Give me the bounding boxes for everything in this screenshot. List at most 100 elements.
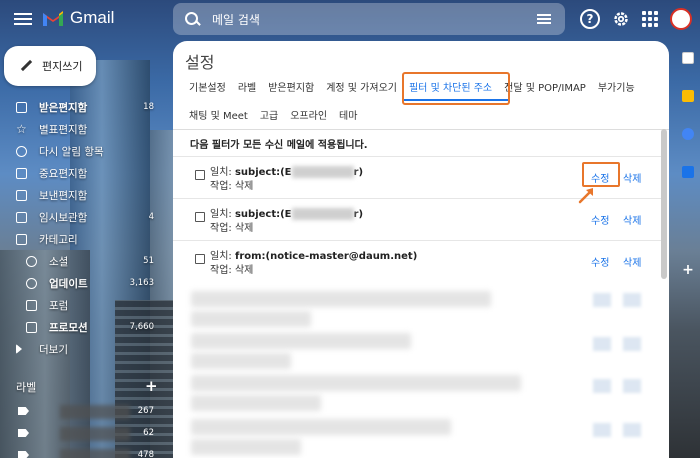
- scrollbar[interactable]: [661, 129, 667, 279]
- match-value: from:(notice-master@daum.net): [234, 251, 418, 262]
- forum-icon: [26, 299, 37, 311]
- tag-icon: [26, 321, 37, 333]
- redacted-label: [60, 427, 130, 441]
- top-right-actions: ?: [580, 8, 692, 30]
- side-panel: +: [676, 42, 700, 458]
- sidebar-item-categories[interactable]: 카테고리: [0, 228, 160, 250]
- draft-count: 4: [148, 212, 154, 222]
- divider: [173, 129, 669, 130]
- sidebar-item-forums[interactable]: 포럼: [0, 294, 160, 316]
- sidebar-item-label: 더보기: [39, 343, 68, 356]
- people-icon: [26, 255, 37, 267]
- redacted-delete-link: [623, 423, 641, 437]
- filter-criteria: 일치: subject:(E r): [210, 205, 363, 220]
- annotation-arrow-icon: [578, 188, 593, 204]
- filters-intro-text: 다음 필터가 모든 수신 메일에 적용됩니다.: [190, 140, 368, 151]
- redacted-edit-link: [593, 337, 611, 351]
- filter-action: 작업: 삭제: [210, 223, 254, 234]
- filter-action: 작업: 삭제: [210, 265, 254, 276]
- sidebar-item-label: 중요편지함: [39, 167, 88, 180]
- contacts-icon[interactable]: [682, 166, 694, 178]
- google-apps-icon[interactable]: [642, 11, 658, 27]
- category-count: 3,163: [129, 278, 154, 288]
- search-icon[interactable]: [185, 11, 200, 27]
- sidebar-item-drafts[interactable]: 임시보관함 4: [0, 206, 160, 228]
- filter-action: 작업: 삭제: [210, 181, 254, 192]
- label-icon: [18, 407, 29, 415]
- redacted-filter-row: [191, 333, 411, 349]
- filter-checkbox[interactable]: [195, 212, 205, 222]
- redacted-edit-link: [593, 423, 611, 437]
- tab-inbox[interactable]: 받은편지함: [268, 79, 314, 94]
- main-menu-icon[interactable]: [14, 10, 32, 28]
- sidebar-item-snoozed[interactable]: 다시 알림 항목: [0, 140, 160, 162]
- redacted-label: [60, 405, 130, 419]
- help-icon[interactable]: ?: [580, 9, 600, 29]
- label-icon: [18, 429, 29, 437]
- redacted-filter-row: [191, 291, 491, 307]
- tab-accounts[interactable]: 계정 및 가져오기: [326, 79, 397, 94]
- edit-filter-link[interactable]: 수정: [591, 254, 609, 269]
- tab-advanced[interactable]: 고급: [260, 107, 278, 122]
- tab-offline[interactable]: 오프라인: [290, 107, 327, 122]
- label-count: 62: [143, 428, 154, 438]
- redacted-filter-row: [191, 419, 451, 435]
- redacted-filter-row: [191, 439, 301, 455]
- tab-forwarding[interactable]: 전달 및 POP/IMAP: [504, 79, 586, 94]
- add-label-icon[interactable]: +: [145, 377, 158, 395]
- send-icon: [16, 189, 27, 201]
- sidebar-item-label: 임시보관함: [39, 211, 88, 224]
- redacted-text: [291, 208, 354, 220]
- search-options-icon[interactable]: [537, 12, 551, 26]
- redacted-filter-row: [191, 395, 321, 411]
- clock-icon: [16, 145, 27, 157]
- redacted-delete-link: [623, 379, 641, 393]
- label-icon: [18, 451, 29, 458]
- sidebar-item-updates[interactable]: 업데이트 3,163: [0, 272, 160, 294]
- label-count: 478: [137, 450, 154, 458]
- calendar-icon[interactable]: [682, 52, 694, 64]
- tab-themes[interactable]: 테마: [339, 107, 357, 122]
- app-name: Gmail: [70, 8, 115, 27]
- delete-filter-link[interactable]: 삭제: [623, 212, 641, 227]
- tasks-icon[interactable]: [682, 128, 694, 140]
- sidebar-item-promotions[interactable]: 프로모션 7,660: [0, 316, 160, 338]
- tab-labels[interactable]: 라벨: [238, 79, 256, 94]
- settings-tabs-row2: 채팅 및 Meet 고급 오프라인 테마: [189, 107, 369, 122]
- filter-checkbox[interactable]: [195, 254, 205, 264]
- category-count: 51: [143, 256, 154, 266]
- sidebar-item-inbox[interactable]: 받은편지함 18: [0, 96, 160, 118]
- label-icon: [16, 233, 27, 245]
- label-count: 267: [137, 406, 154, 416]
- chevron-down-icon: [16, 344, 22, 354]
- delete-filter-link[interactable]: 삭제: [623, 170, 641, 185]
- filter-checkbox[interactable]: [195, 170, 205, 180]
- tab-chat-meet[interactable]: 채팅 및 Meet: [189, 107, 248, 122]
- edit-filter-link[interactable]: 수정: [591, 212, 609, 227]
- sidebar-label-item[interactable]: 62: [18, 427, 158, 441]
- sidebar-item-label: 포럼: [49, 299, 69, 312]
- redacted-filter-row: [191, 375, 521, 391]
- account-avatar[interactable]: [670, 8, 692, 30]
- info-icon: [26, 277, 37, 289]
- settings-gear-icon[interactable]: [612, 10, 630, 28]
- search-input[interactable]: 메일 검색: [212, 11, 260, 28]
- tab-general[interactable]: 기본설정: [189, 79, 226, 94]
- highlight-box-filters-tab: [402, 72, 510, 105]
- delete-filter-link[interactable]: 삭제: [623, 254, 641, 269]
- add-addon-icon[interactable]: +: [682, 263, 694, 277]
- keep-icon[interactable]: [682, 90, 694, 102]
- sidebar-item-more[interactable]: 더보기: [0, 338, 160, 360]
- compose-button[interactable]: 편지쓰기: [4, 46, 96, 86]
- labels-header: 라벨: [16, 381, 37, 394]
- sidebar-item-social[interactable]: 소셜 51: [0, 250, 160, 272]
- search-bar[interactable]: 메일 검색: [173, 3, 565, 35]
- tab-addons[interactable]: 부가기능: [598, 79, 635, 94]
- sidebar-label-item[interactable]: 267: [18, 405, 158, 419]
- sidebar-label-item[interactable]: 478: [18, 449, 158, 458]
- gmail-logo[interactable]: Gmail: [42, 8, 114, 28]
- sidebar-item-sent[interactable]: 보낸편지함: [0, 184, 160, 206]
- sidebar-item-starred[interactable]: ☆ 별표편지함: [0, 118, 160, 140]
- match-value-end: r): [353, 209, 364, 220]
- sidebar-item-important[interactable]: 중요편지함: [0, 162, 160, 184]
